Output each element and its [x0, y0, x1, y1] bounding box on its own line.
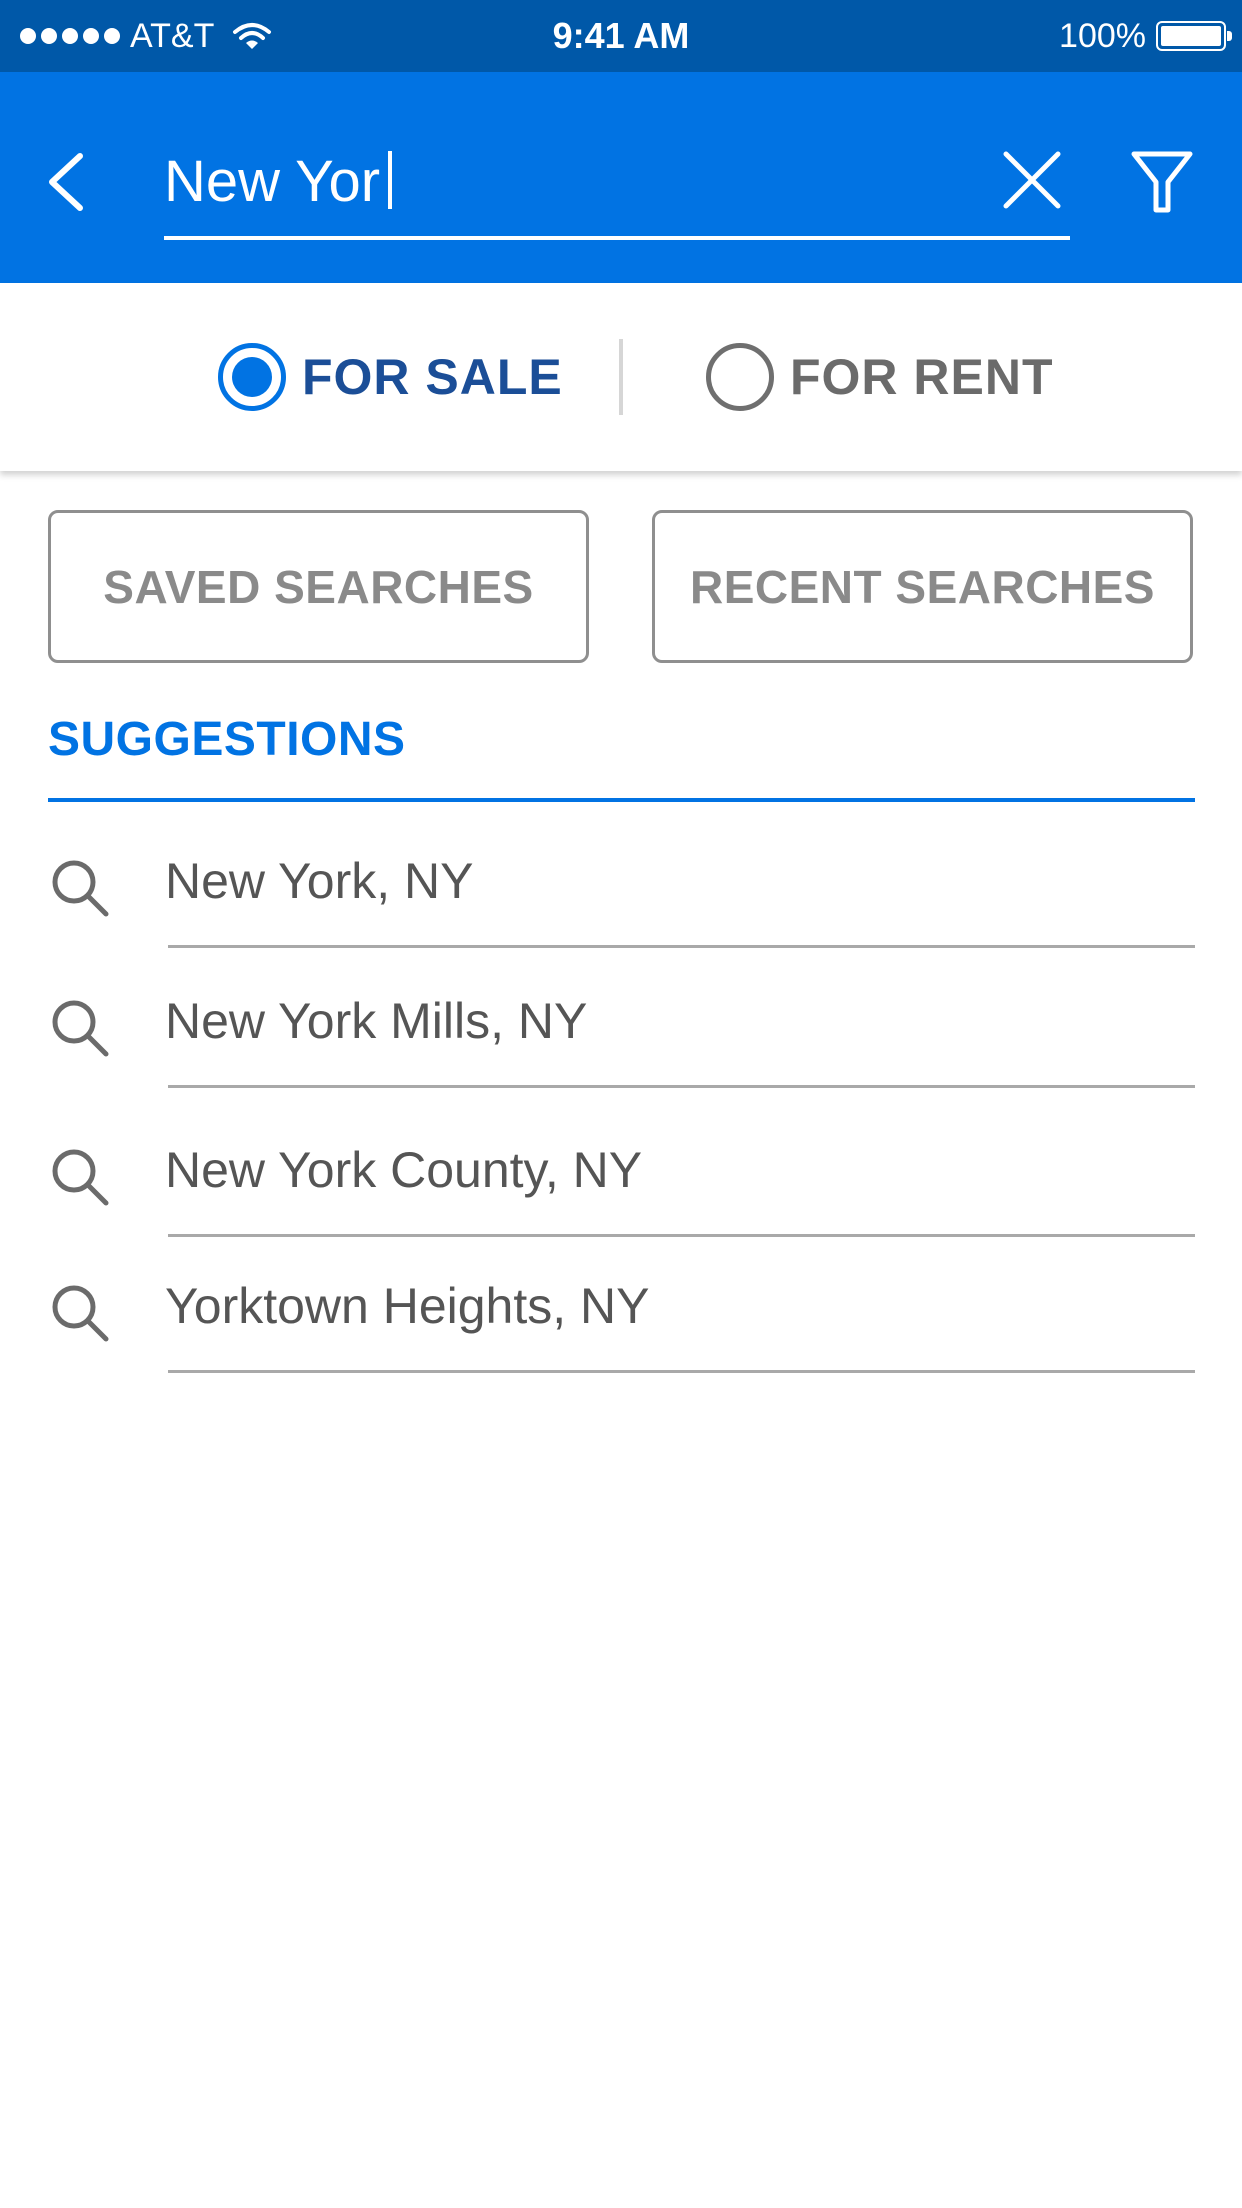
listing-type-toggle: FOR SALE FOR RENT: [0, 283, 1242, 471]
status-right: 100%: [1059, 0, 1232, 72]
search-header: New Yor: [0, 72, 1242, 283]
suggestion-item[interactable]: Yorktown Heights, NY: [0, 1253, 1242, 1373]
chevron-left-icon[interactable]: [36, 142, 106, 222]
search-icon: [52, 1149, 109, 1206]
suggestion-item[interactable]: New York, NY: [0, 828, 1242, 948]
suggestion-divider: [168, 945, 1195, 948]
for-rent-radio[interactable]: FOR RENT: [706, 283, 1054, 471]
suggestions-heading: SUGGESTIONS: [48, 713, 406, 766]
battery-percentage: 100%: [1059, 16, 1146, 55]
suggestion-item[interactable]: New York Mills, NY: [0, 968, 1242, 1088]
suggestion-item[interactable]: New York County, NY: [0, 1117, 1242, 1237]
suggestion-divider: [168, 1234, 1195, 1237]
search-field[interactable]: New Yor: [164, 132, 1070, 240]
for-sale-label: FOR SALE: [302, 349, 563, 405]
suggestion-divider: [168, 1085, 1195, 1088]
close-icon[interactable]: [1000, 148, 1064, 212]
suggestion-label: New York Mills, NY: [165, 993, 588, 1049]
status-bar: AT&T 9:41 AM 100%: [0, 0, 1242, 72]
recent-searches-button[interactable]: RECENT SEARCHES: [652, 510, 1193, 663]
saved-searches-button[interactable]: SAVED SEARCHES: [48, 510, 589, 663]
text-caret: [388, 151, 393, 209]
suggestion-divider: [168, 1370, 1195, 1373]
search-input[interactable]: New Yor: [164, 132, 924, 232]
status-time: 9:41 AM: [552, 15, 690, 56]
search-input-value: New Yor: [164, 149, 381, 214]
search-icon: [52, 1000, 109, 1057]
radio-unchecked-icon: [706, 343, 774, 411]
search-icon: [52, 1285, 109, 1342]
battery-icon: [1156, 21, 1232, 51]
suggestion-label: New York, NY: [165, 853, 474, 909]
suggestion-label: New York County, NY: [165, 1142, 643, 1198]
suggestions-divider: [48, 798, 1195, 802]
radio-checked-icon: [218, 343, 286, 411]
for-sale-radio[interactable]: FOR SALE: [218, 283, 563, 471]
filter-icon[interactable]: [1130, 148, 1194, 218]
suggestion-label: Yorktown Heights, NY: [165, 1278, 650, 1334]
search-icon: [52, 860, 109, 917]
toggle-divider: [619, 339, 623, 415]
for-rent-label: FOR RENT: [790, 349, 1054, 405]
